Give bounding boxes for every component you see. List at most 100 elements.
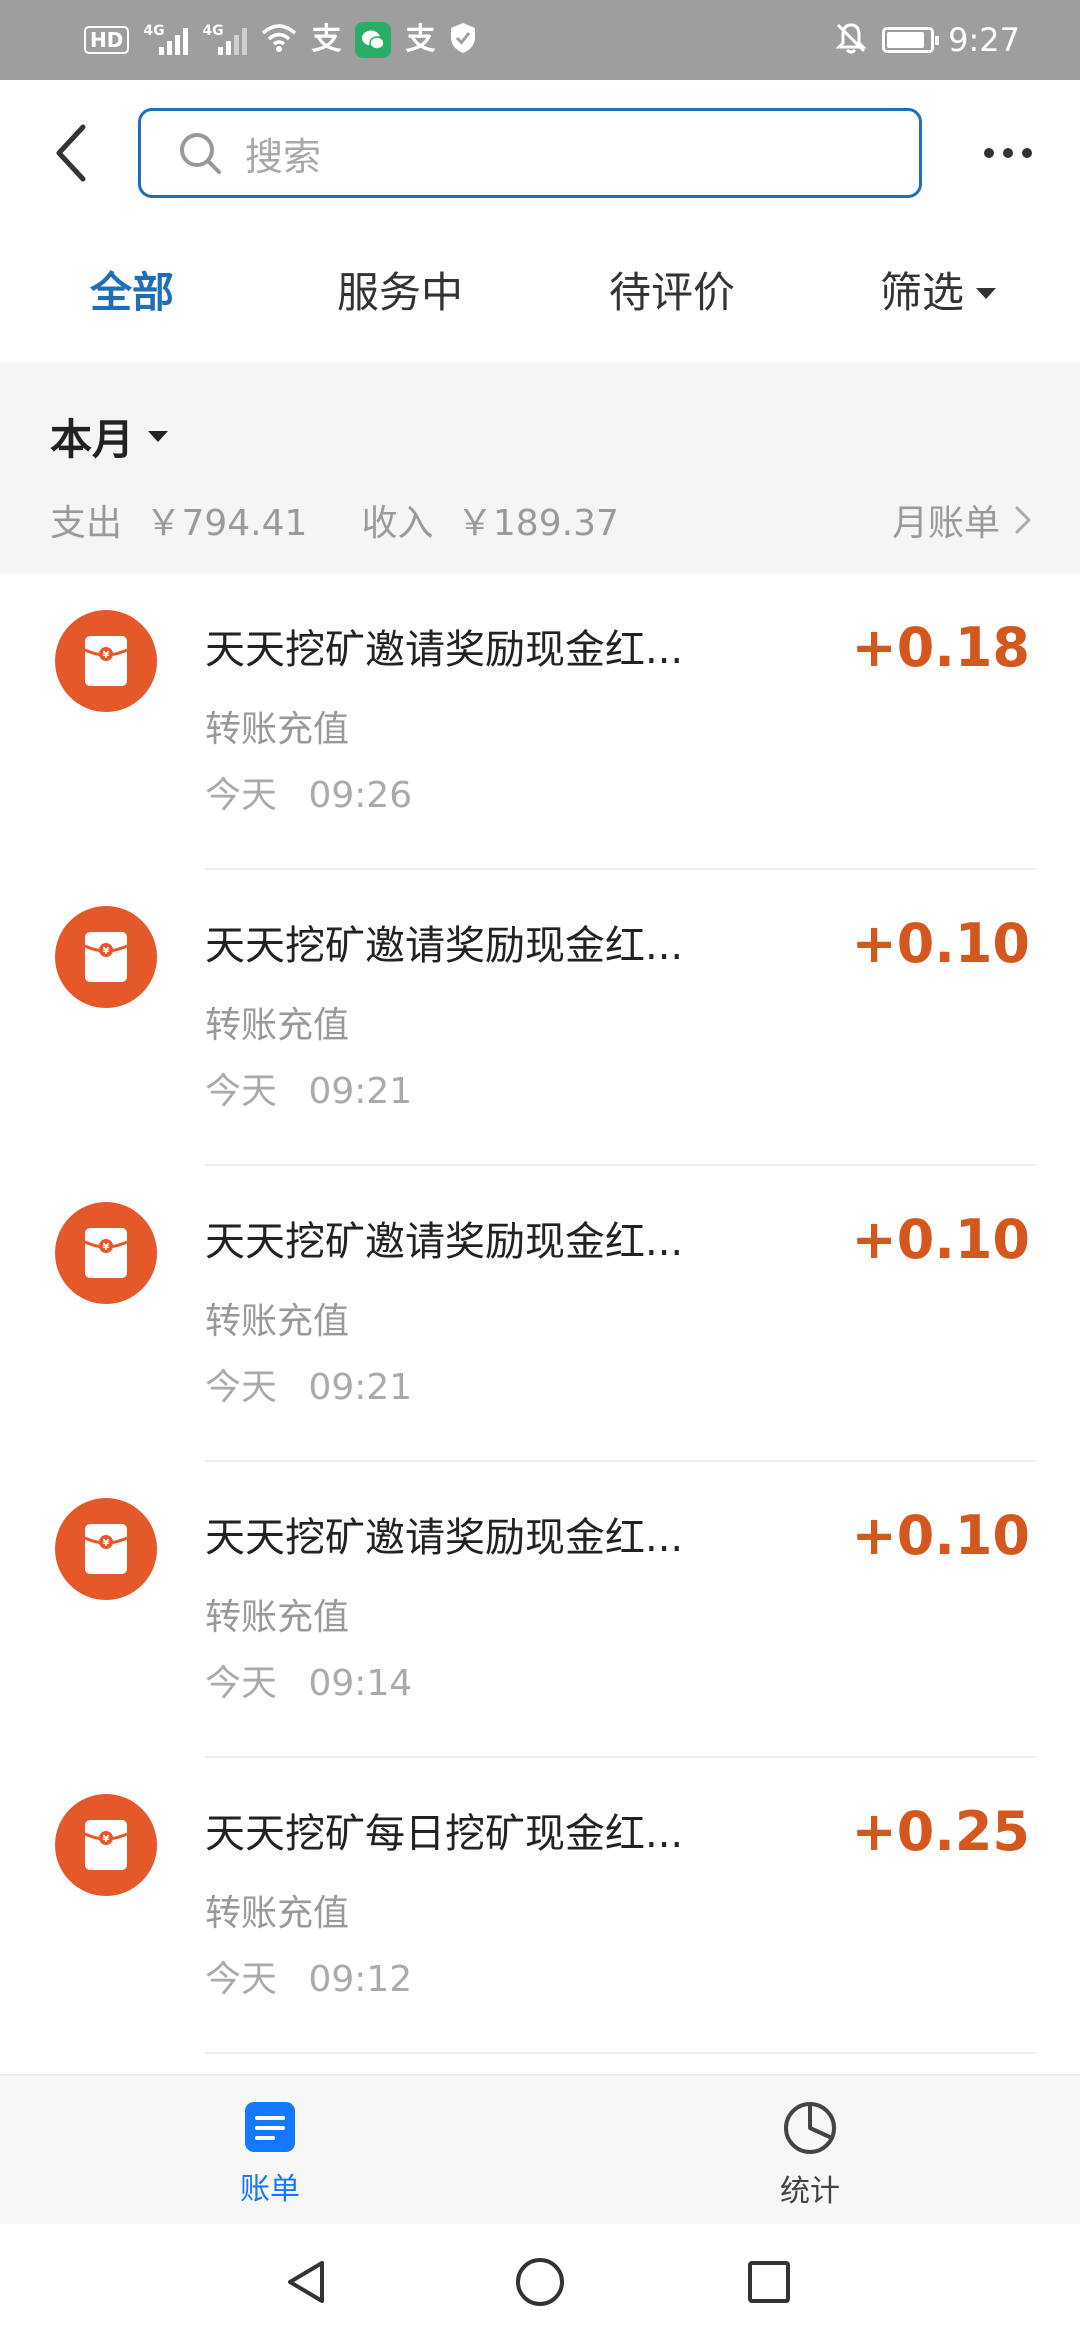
month-title: 本月 bbox=[50, 415, 135, 464]
transaction-row[interactable]: ¥ 天天挖矿邀请奖励现金红... 转账充值 今天 09:26 +0.18 bbox=[0, 574, 1080, 870]
transaction-date: 今天 bbox=[205, 1367, 278, 1408]
transaction-amount: +0.10 bbox=[851, 1208, 1030, 1271]
monthly-bill-label: 月账单 bbox=[891, 503, 1000, 544]
monthly-bill-link[interactable]: 月账单 bbox=[892, 494, 1032, 546]
transaction-type: 转账充值 bbox=[205, 1597, 350, 1638]
wechat-icon bbox=[355, 22, 392, 58]
nav-recents-button[interactable] bbox=[737, 2250, 801, 2314]
chevron-left-icon bbox=[56, 124, 86, 182]
search-input[interactable]: 搜索 bbox=[138, 108, 922, 198]
search-icon bbox=[177, 130, 223, 176]
svg-text:¥: ¥ bbox=[103, 946, 110, 957]
transaction-clock: 09:12 bbox=[308, 1959, 413, 2000]
expense-stat: 支出 ￥794.41 bbox=[50, 494, 307, 546]
triangle-back-icon bbox=[288, 2261, 324, 2303]
tab-statistics[interactable]: 统计 bbox=[730, 2100, 890, 2210]
tab-label: 筛选 bbox=[880, 268, 965, 317]
transaction-date: 今天 bbox=[205, 1959, 278, 2000]
alipay-icon: 支 bbox=[311, 22, 342, 57]
tab-bill[interactable]: 账单 bbox=[190, 2100, 350, 2208]
transaction-row[interactable]: ¥ 天天挖矿邀请奖励现金红... 转账充值 今天 09:21 +0.10 bbox=[0, 1166, 1080, 1462]
circle-home-icon bbox=[516, 2258, 564, 2306]
transaction-row[interactable]: ¥ 天天挖矿邀请奖励现金红... 转账充值 今天 09:21 +0.10 bbox=[0, 870, 1080, 1166]
income-stat: 收入 ￥189.37 bbox=[361, 494, 618, 546]
transaction-time: 今天 09:21 bbox=[205, 1068, 412, 1116]
transaction-amount: +0.25 bbox=[851, 1800, 1030, 1863]
nav-back-button[interactable] bbox=[275, 2250, 339, 2314]
back-button[interactable] bbox=[36, 118, 106, 188]
tab-all[interactable]: 全部 bbox=[90, 265, 174, 321]
search-placeholder: 搜索 bbox=[245, 134, 322, 179]
expense-label: 支出 bbox=[50, 503, 123, 544]
transaction-time: 今天 09:21 bbox=[205, 1364, 412, 1412]
month-selector[interactable]: 本月 bbox=[50, 406, 169, 467]
transaction-type: 转账充值 bbox=[205, 1005, 350, 1046]
dot bbox=[1003, 148, 1013, 158]
svg-text:¥: ¥ bbox=[103, 1834, 110, 1845]
chevron-right-icon bbox=[1015, 506, 1031, 534]
transaction-date: 今天 bbox=[205, 1071, 278, 1112]
tab-label: 服务中 bbox=[337, 268, 464, 317]
caret-down-icon bbox=[976, 287, 997, 299]
transaction-title: 天天挖矿邀请奖励现金红... bbox=[205, 1219, 684, 1265]
transaction-type: 转账充值 bbox=[205, 1301, 350, 1342]
status-time: 9:27 bbox=[948, 21, 1020, 59]
red-packet-icon: ¥ bbox=[55, 906, 157, 1008]
tab-filter[interactable]: 筛选 bbox=[880, 265, 997, 321]
more-button[interactable] bbox=[968, 128, 1048, 178]
bottom-tab-bar: 账单 统计 bbox=[0, 2074, 1080, 2224]
red-packet-icon: ¥ bbox=[55, 1202, 157, 1304]
system-nav-bar bbox=[0, 2224, 1080, 2340]
transaction-row[interactable]: ¥ 天天挖矿每日挖矿现金红... 转账充值 今天 09:12 +0.25 bbox=[0, 1758, 1080, 2054]
red-packet-icon: ¥ bbox=[55, 1498, 157, 1600]
alipay-icon-2: 支 bbox=[405, 22, 436, 57]
transaction-clock: 09:14 bbox=[308, 1663, 413, 1704]
nav-home-button[interactable] bbox=[508, 2250, 572, 2314]
tab-label: 全部 bbox=[90, 268, 175, 317]
month-summary: 本月 支出 ￥794.41 收入 ￥189.37 月账单 bbox=[0, 362, 1080, 574]
transaction-amount: +0.18 bbox=[851, 616, 1030, 679]
tab-to-review[interactable]: 待评价 bbox=[609, 265, 735, 321]
transaction-amount: +0.10 bbox=[851, 1504, 1030, 1567]
header: 搜索 bbox=[0, 80, 1080, 225]
filter-tabs: 全部 服务中 待评价 筛选 bbox=[0, 225, 1080, 362]
divider bbox=[205, 2052, 1036, 2054]
transaction-date: 今天 bbox=[205, 775, 278, 816]
transaction-amount: +0.10 bbox=[851, 912, 1030, 975]
signal-icon: 4G bbox=[143, 23, 189, 55]
transaction-clock: 09:21 bbox=[308, 1367, 413, 1408]
transaction-title: 天天挖矿邀请奖励现金红... bbox=[205, 923, 684, 969]
expense-value: ￥794.41 bbox=[145, 503, 308, 544]
tab-in-service[interactable]: 服务中 bbox=[337, 265, 463, 321]
red-packet-icon: ¥ bbox=[55, 610, 157, 712]
transaction-type: 转账充值 bbox=[205, 709, 350, 750]
tab-label: 待评价 bbox=[609, 268, 736, 317]
transaction-title: 天天挖矿邀请奖励现金红... bbox=[205, 627, 684, 673]
wifi-icon bbox=[261, 23, 297, 57]
svg-text:¥: ¥ bbox=[103, 650, 110, 661]
income-label: 收入 bbox=[361, 503, 434, 544]
tab-bill-label: 账单 bbox=[240, 2172, 300, 2207]
transaction-date: 今天 bbox=[205, 1663, 278, 1704]
dot bbox=[1022, 148, 1032, 158]
transaction-title: 天天挖矿邀请奖励现金红... bbox=[205, 1515, 684, 1561]
shield-icon bbox=[449, 22, 477, 58]
transaction-time: 今天 09:14 bbox=[205, 1660, 412, 1708]
battery-icon bbox=[882, 27, 940, 53]
status-bar: HD 4G 4G 支 支 9:27 bbox=[0, 0, 1080, 80]
transaction-clock: 09:21 bbox=[308, 1071, 413, 1112]
transaction-list: ¥ 天天挖矿邀请奖励现金红... 转账充值 今天 09:26 +0.18 ¥ 天… bbox=[0, 574, 1080, 2054]
svg-text:¥: ¥ bbox=[103, 1538, 110, 1549]
square-recents-icon bbox=[748, 2261, 790, 2303]
svg-text:¥: ¥ bbox=[103, 1242, 110, 1253]
dot bbox=[984, 148, 994, 158]
mute-bell-icon bbox=[834, 21, 868, 59]
caret-down-icon bbox=[148, 431, 169, 442]
transaction-type: 转账充值 bbox=[205, 1893, 350, 1934]
transaction-row[interactable]: ¥ 天天挖矿邀请奖励现金红... 转账充值 今天 09:14 +0.10 bbox=[0, 1462, 1080, 1758]
transaction-title: 天天挖矿每日挖矿现金红... bbox=[205, 1811, 684, 1857]
income-value: ￥189.37 bbox=[456, 503, 619, 544]
bill-icon bbox=[245, 2102, 295, 2152]
hd-badge: HD bbox=[84, 26, 130, 54]
pie-chart-icon bbox=[784, 2102, 836, 2154]
